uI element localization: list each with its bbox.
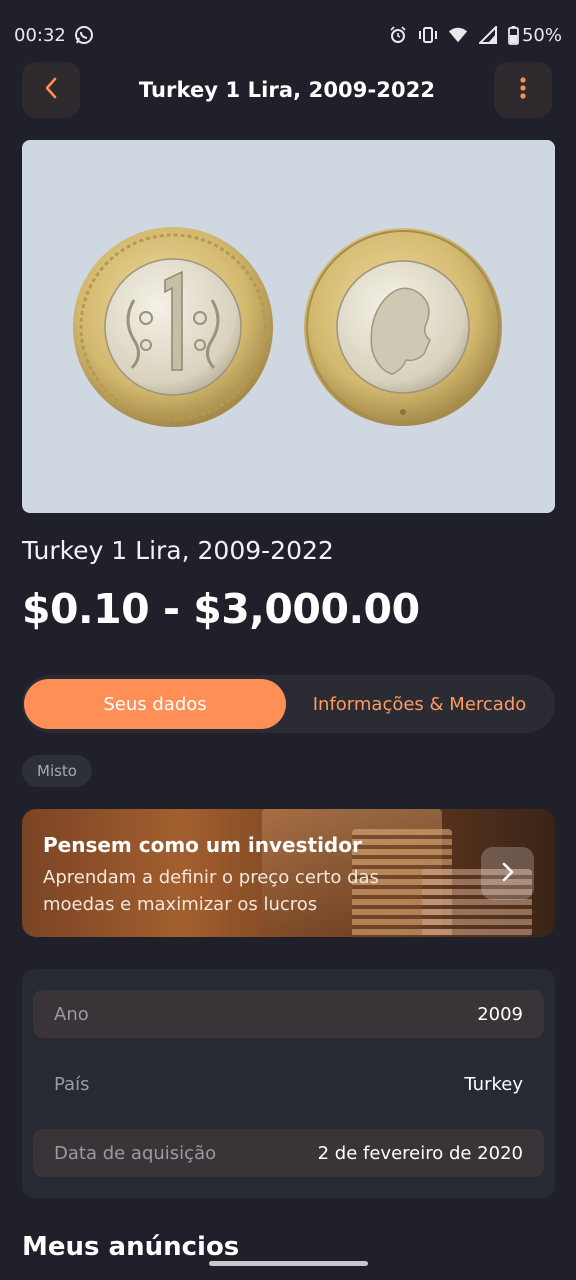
page-title: Turkey 1 Lira, 2009-2022 <box>138 78 436 102</box>
investor-banner[interactable]: Pensem como um investidor Aprendam a def… <box>22 809 555 937</box>
whatsapp-icon <box>74 25 94 45</box>
detail-row-pais: País Turkey <box>33 1060 544 1108</box>
condition-tag: Misto <box>22 755 92 787</box>
status-bar: 00:32 50% <box>0 0 576 70</box>
banner-next-button[interactable] <box>481 847 534 900</box>
coin-image[interactable] <box>22 140 555 513</box>
status-left: 00:32 <box>14 25 94 46</box>
detail-value: Turkey <box>464 1073 523 1095</box>
detail-label: País <box>54 1073 90 1095</box>
status-time: 00:32 <box>14 24 66 46</box>
status-right: 50% <box>388 25 562 46</box>
detail-row-ano: Ano 2009 <box>33 990 544 1038</box>
detail-label: Ano <box>54 1003 89 1025</box>
battery-status: 50% <box>508 25 562 46</box>
wifi-icon <box>448 25 468 45</box>
signal-icon <box>478 25 498 45</box>
alarm-icon <box>388 25 408 45</box>
coin-details-card: Ano 2009 País Turkey Data de aquisição 2… <box>22 969 555 1198</box>
battery-percent: 50% <box>521 24 562 46</box>
coin-obverse <box>73 227 273 427</box>
banner-title: Pensem como um investidor <box>43 833 362 857</box>
coin-price-range: $0.10 - $3,000.00 <box>22 585 420 633</box>
detail-label: Data de aquisição <box>54 1142 217 1164</box>
detail-value: 2 de fevereiro de 2020 <box>317 1142 523 1164</box>
more-vertical-icon <box>520 76 526 104</box>
coin-photos <box>73 227 502 427</box>
top-app-bar: Turkey 1 Lira, 2009-2022 <box>22 62 552 118</box>
back-button[interactable] <box>22 62 80 118</box>
chevron-left-icon <box>43 76 59 104</box>
more-options-button[interactable] <box>494 62 552 118</box>
detail-row-data-aquisicao: Data de aquisição 2 de fevereiro de 2020 <box>33 1129 544 1177</box>
detail-value: 2009 <box>477 1003 523 1025</box>
coin-name: Turkey 1 Lira, 2009-2022 <box>22 536 334 565</box>
banner-text: Aprendam a definir o preço certo das moe… <box>43 867 379 915</box>
vibrate-icon <box>418 25 438 45</box>
coin-reverse <box>304 228 502 426</box>
battery-icon <box>508 25 520 45</box>
tab-seus-dados[interactable]: Seus dados <box>24 679 286 729</box>
tab-informacoes-mercado[interactable]: Informações & Mercado <box>286 679 553 729</box>
tab-bar: Seus dados Informações & Mercado <box>22 675 555 733</box>
chevron-right-icon <box>501 861 515 887</box>
home-indicator[interactable] <box>209 1261 368 1266</box>
section-title-anuncios: Meus anúncios <box>22 1232 240 1262</box>
